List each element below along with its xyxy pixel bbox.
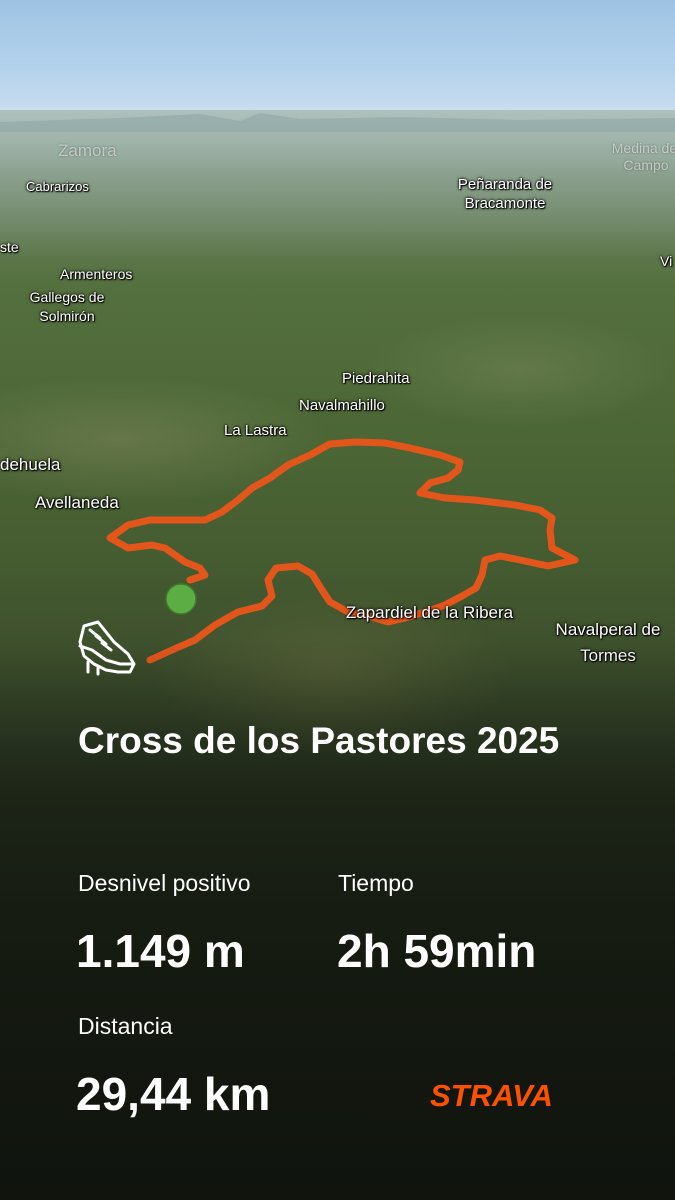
time-value: 2h 59min [337, 925, 537, 977]
place-label: Armenteros [60, 266, 133, 282]
place-label: Medina del Campo [611, 140, 675, 173]
place-label: Piedrahita [342, 370, 410, 387]
start-marker [165, 583, 197, 615]
activity-share-card: Zamora Medina del Campo Cabrarizos Peñar… [0, 0, 675, 1200]
place-label: Zamora [58, 141, 117, 160]
elevation-label: Desnivel positivo [78, 870, 251, 896]
elevation-value: 1.149 m [76, 925, 245, 977]
strava-logo: STRAVA [430, 1078, 553, 1113]
activity-title: Cross de los Pastores 2025 [78, 720, 560, 761]
distance-label: Distancia [78, 1013, 173, 1039]
place-label: Navalmahillo [299, 397, 385, 414]
place-label: Peñaranda de Bracamonte [457, 176, 553, 212]
place-label: ste [0, 239, 19, 255]
distance-value: 29,44 km [76, 1068, 271, 1120]
place-label: La Lastra [224, 422, 287, 439]
place-label: Avellaneda [35, 493, 119, 512]
time-label: Tiempo [338, 870, 414, 896]
place-label: Vi [660, 253, 673, 269]
place-label: Gallegos de Solmirón [29, 289, 105, 324]
route-line [106, 438, 579, 664]
place-label: Zapardiel de la Ribera [345, 603, 514, 622]
running-shoe-icon [78, 620, 136, 676]
distant-ridge [0, 113, 675, 132]
place-label: dehuela [0, 455, 61, 474]
place-label: Cabrarizos [26, 179, 89, 194]
